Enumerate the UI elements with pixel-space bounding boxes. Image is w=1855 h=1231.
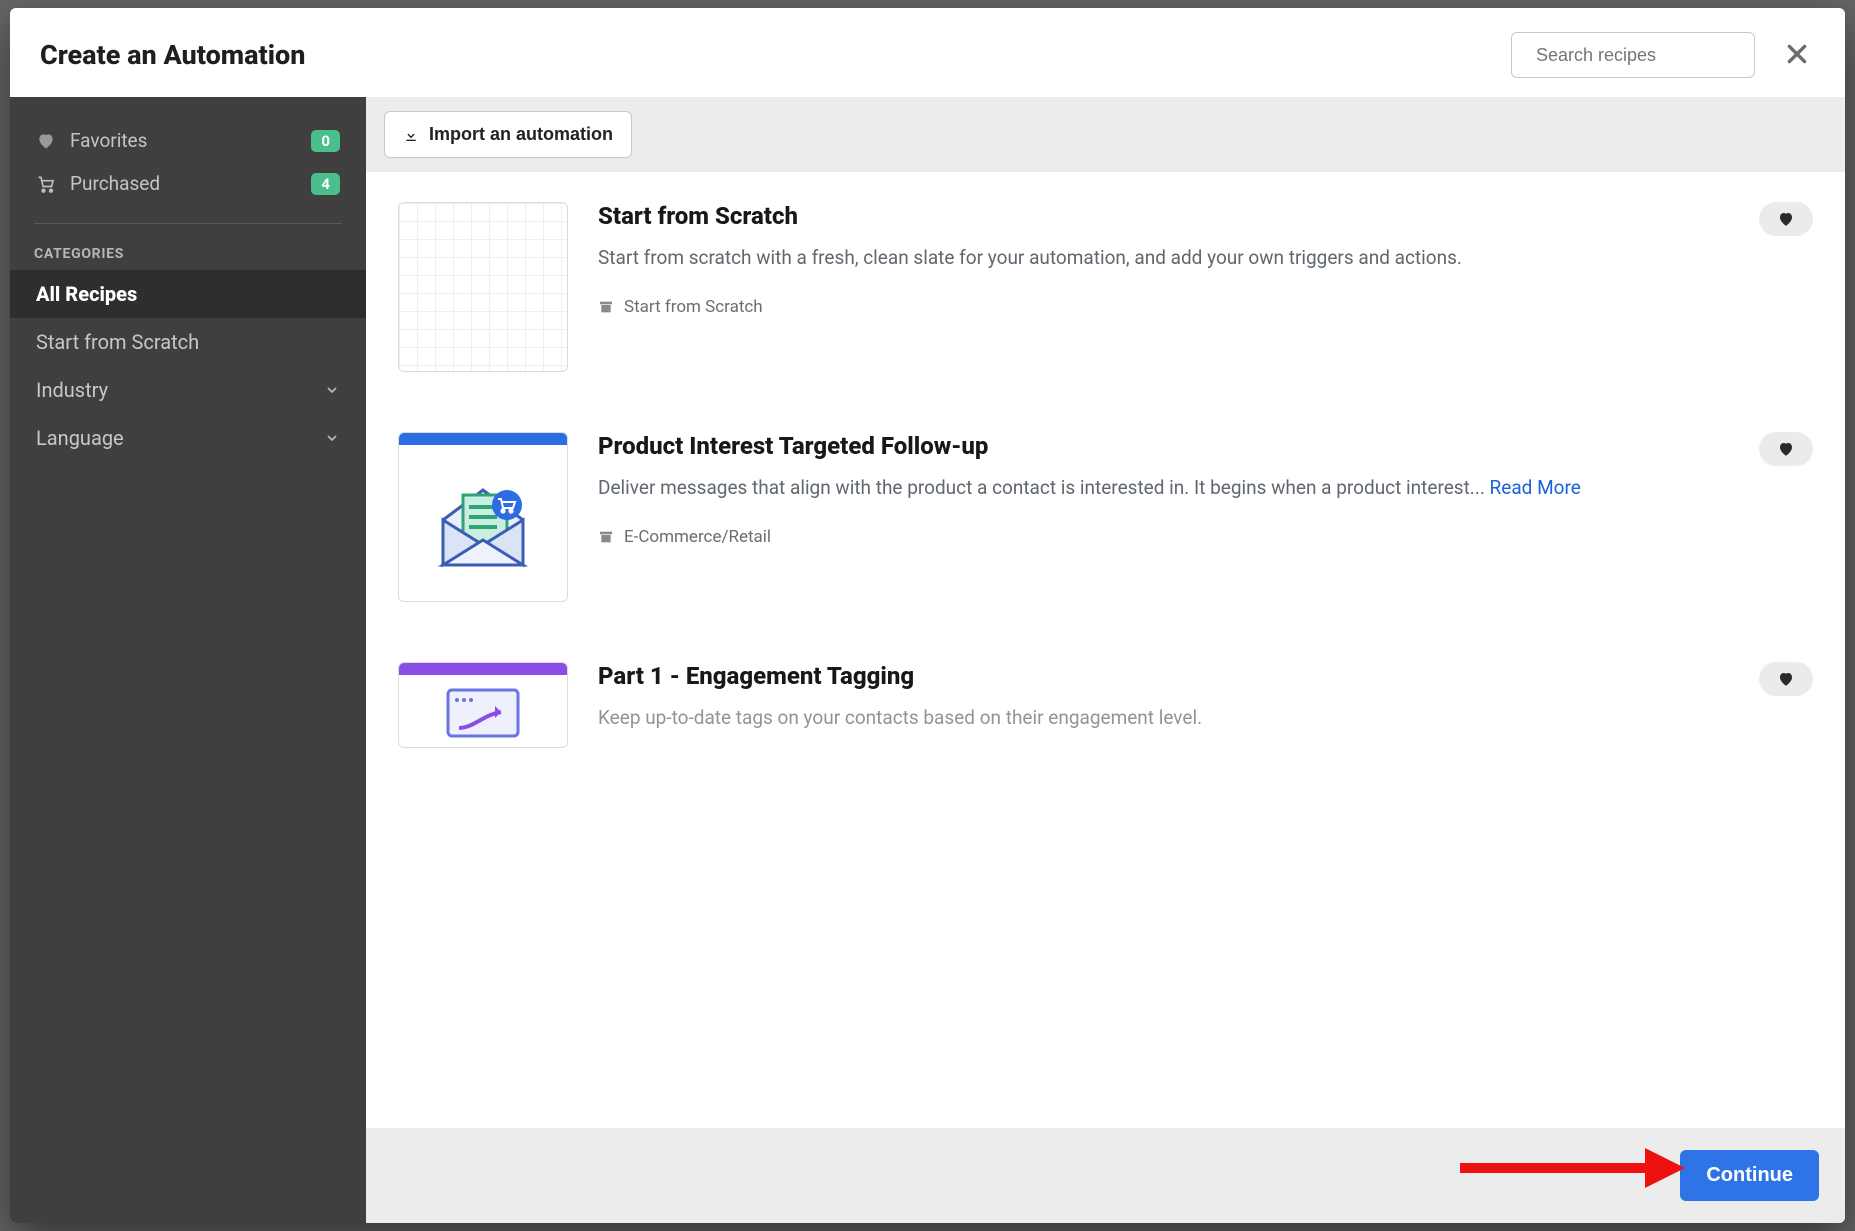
- category-label: Start from Scratch: [36, 330, 199, 354]
- recipe-thumbnail-grid: [398, 202, 568, 372]
- search-input[interactable]: [1536, 45, 1768, 66]
- sidebar-purchased[interactable]: Purchased 4: [34, 162, 342, 205]
- sidebar-favorites[interactable]: Favorites 0: [34, 119, 342, 162]
- recipe-item[interactable]: Part 1 - Engagement Tagging Keep up-to-d…: [366, 632, 1845, 757]
- content-area: Import an automation Start from Scratch: [366, 97, 1845, 1223]
- create-automation-modal: Create an Automation Favorites 0: [10, 8, 1845, 1223]
- recipe-item[interactable]: Product Interest Targeted Follow-up Deli…: [366, 402, 1845, 632]
- cart-icon: [36, 174, 56, 194]
- category-industry[interactable]: Industry: [10, 366, 366, 414]
- recipe-title: Product Interest Targeted Follow-up: [598, 432, 988, 460]
- import-button-label: Import an automation: [429, 124, 613, 145]
- download-icon: [403, 127, 419, 143]
- heart-icon: [1777, 440, 1795, 458]
- category-label: Industry: [36, 378, 108, 402]
- category-start-from-scratch[interactable]: Start from Scratch: [10, 318, 366, 366]
- chevron-down-icon: [324, 382, 340, 398]
- heart-icon: [1777, 670, 1795, 688]
- modal-header: Create an Automation: [10, 8, 1845, 97]
- import-automation-button[interactable]: Import an automation: [384, 111, 632, 158]
- archive-icon: [598, 299, 614, 315]
- recipe-category: Start from Scratch: [598, 297, 1813, 317]
- sidebar-favorites-label: Favorites: [70, 129, 147, 152]
- recipe-category: E-Commerce/Retail: [598, 527, 1813, 547]
- search-box[interactable]: [1511, 32, 1755, 78]
- recipe-title: Start from Scratch: [598, 202, 798, 230]
- continue-button[interactable]: Continue: [1680, 1150, 1819, 1201]
- archive-icon: [598, 529, 614, 545]
- modal-footer: Continue: [366, 1128, 1845, 1223]
- category-language[interactable]: Language: [10, 414, 366, 462]
- recipe-description: Keep up-to-date tags on your contacts ba…: [598, 704, 1813, 733]
- heart-icon: [1777, 210, 1795, 228]
- heart-icon: [36, 131, 56, 151]
- recipe-category-label: Start from Scratch: [624, 297, 763, 317]
- close-icon: [1784, 41, 1810, 67]
- favorite-button[interactable]: [1759, 432, 1813, 466]
- divider: [34, 223, 342, 224]
- recipe-title: Part 1 - Engagement Tagging: [598, 662, 914, 690]
- category-all-recipes[interactable]: All Recipes: [10, 270, 366, 318]
- recipe-description: Deliver messages that align with the pro…: [598, 474, 1813, 503]
- favorites-count-badge: 0: [311, 130, 340, 152]
- categories-heading: CATEGORIES: [10, 242, 366, 270]
- recipe-category-label: E-Commerce/Retail: [624, 527, 771, 547]
- sidebar: Favorites 0 Purchased 4 CATEGORIES All R…: [10, 97, 366, 1223]
- recipe-description: Start from scratch with a fresh, clean s…: [598, 244, 1813, 273]
- category-label: All Recipes: [36, 282, 137, 306]
- read-more-link[interactable]: Read More: [1490, 476, 1581, 499]
- favorite-button[interactable]: [1759, 662, 1813, 696]
- sidebar-purchased-label: Purchased: [70, 172, 160, 195]
- category-label: Language: [36, 426, 124, 450]
- content-toolbar: Import an automation: [366, 97, 1845, 172]
- modal-title: Create an Automation: [40, 39, 305, 71]
- chevron-down-icon: [324, 430, 340, 446]
- recipe-item[interactable]: Start from Scratch Start from scratch wi…: [366, 172, 1845, 402]
- purchased-count-badge: 4: [311, 173, 340, 195]
- close-button[interactable]: [1779, 36, 1815, 75]
- favorite-button[interactable]: [1759, 202, 1813, 236]
- recipe-thumbnail-tagging: [398, 662, 568, 748]
- recipe-list[interactable]: Start from Scratch Start from scratch wi…: [366, 172, 1845, 1128]
- recipe-thumbnail-envelope: [398, 432, 568, 602]
